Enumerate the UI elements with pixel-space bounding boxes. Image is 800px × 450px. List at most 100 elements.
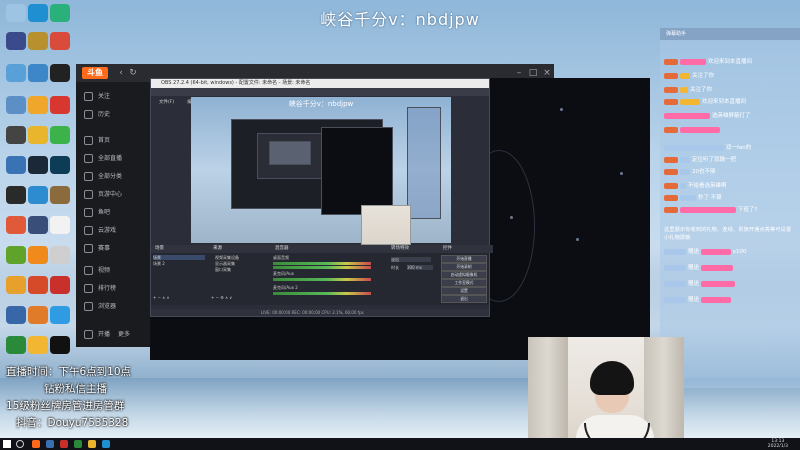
more-button[interactable]: 更多 [118, 328, 130, 342]
source-item[interactable]: 显示器采集 [215, 261, 269, 266]
close-icon[interactable]: × [542, 68, 552, 78]
scenes-dock-header: 场景 [151, 245, 211, 253]
nav-item-events[interactable]: 赛事 [84, 242, 110, 256]
nav-item-history[interactable]: 历史 [84, 108, 110, 122]
maximize-icon[interactable]: □ [528, 68, 538, 78]
app-icon-11[interactable] [6, 276, 26, 294]
obs-titlebar[interactable]: OBS 27.2.4 (64-bit, windows) - 配置文件: 未命名… [151, 79, 489, 88]
minimize-icon[interactable]: – [514, 68, 524, 78]
nested-screen-capture-deep [269, 141, 311, 165]
app-icon-13[interactable] [50, 276, 70, 294]
taskbar-app-icon[interactable] [46, 440, 54, 448]
exit-button[interactable]: 退出 [441, 295, 487, 303]
obs-preview[interactable]: 峡谷千分v：nbdjpw [191, 97, 451, 245]
source-item[interactable]: 窗口采集 [215, 267, 269, 272]
shortcut-icon[interactable] [50, 32, 70, 50]
back-icon[interactable]: ‹ [116, 68, 126, 78]
nav-item-rankings[interactable]: 排行榜 [84, 282, 116, 296]
taskbar-app-icon[interactable] [60, 440, 68, 448]
obs-window[interactable]: OBS 27.2.4 (64-bit, windows) - 配置文件: 未命名… [150, 78, 493, 317]
taskbar-clock[interactable]: 13:13 2022/1/3 [768, 439, 788, 449]
nav-item-yuba[interactable]: 鱼吧 [84, 206, 110, 220]
qq-icon[interactable] [50, 64, 70, 82]
nav-item-home[interactable]: 首页 [84, 134, 110, 148]
rockstar-icon[interactable] [28, 126, 48, 144]
nav-item-cloud-gaming[interactable]: 云游戏 [84, 224, 116, 238]
nav-item-follow[interactable]: 关注 [84, 90, 110, 104]
scene-item[interactable]: 场景 [153, 255, 205, 260]
game-shortcut-icon[interactable] [6, 32, 26, 50]
webcam-feed [528, 337, 684, 450]
scene-add-button[interactable]: + − ∧ ∨ [153, 295, 183, 300]
cloud-icon [84, 226, 93, 235]
app-icon-14[interactable] [6, 306, 26, 324]
wechat-icon[interactable] [50, 126, 70, 144]
nvidia-icon[interactable] [6, 246, 26, 264]
taskbar-app-icon[interactable] [74, 440, 82, 448]
recycle-bin-icon[interactable] [6, 4, 26, 22]
group-text: 15级粉丝牌房管进房管群 [6, 400, 125, 412]
settings-button[interactable]: 设置 [441, 287, 487, 295]
app-icon-3[interactable] [6, 126, 26, 144]
chat-panel[interactable]: 弹幕助手 欢迎来到本直播间 关注了你 关注了你 欢迎来到本直播间 选英雄屏蔽打了… [660, 28, 800, 388]
epic-games-icon[interactable] [6, 186, 26, 204]
nav-item-videos[interactable]: 视频 [84, 264, 110, 278]
grid-icon [84, 172, 93, 181]
refresh-icon[interactable]: ↻ [128, 68, 138, 78]
chat-message: 欢迎来到本直播间 [664, 98, 746, 107]
nav-item-browser[interactable]: 浏览器 [84, 300, 116, 314]
edge-browser-icon[interactable] [28, 4, 48, 22]
app-icon-9[interactable] [28, 246, 48, 264]
transition-select[interactable]: 淡出 [391, 257, 431, 262]
source-add-button[interactable]: + − ⚙ ∧ ∨ [211, 295, 251, 300]
app-icon-2[interactable] [28, 96, 48, 114]
virtual-camera-button[interactable]: 启动虚拟摄像机 [441, 271, 487, 279]
netease-music-icon[interactable] [50, 96, 70, 114]
app-icon-7[interactable] [6, 216, 26, 234]
nav-label: 视频 [98, 267, 111, 274]
start-streaming-button[interactable]: 开始直播 [441, 255, 487, 263]
scene-item[interactable]: 场景 2 [153, 261, 205, 266]
app-icon-19[interactable] [50, 336, 70, 354]
app-icon-12[interactable] [28, 276, 48, 294]
search-icon[interactable] [16, 440, 24, 448]
nav-label: 云游戏 [98, 227, 117, 234]
source-item[interactable]: 视频采集设备 [215, 255, 269, 260]
app-icon-8[interactable] [28, 216, 48, 234]
computer-icon[interactable] [6, 96, 26, 114]
start-recording-button[interactable]: 开始录制 [441, 263, 487, 271]
app-icon-10[interactable] [50, 246, 70, 264]
app-icon-4[interactable] [6, 156, 26, 174]
league-icon[interactable] [28, 32, 48, 50]
app-icon-5[interactable] [28, 186, 48, 204]
app-icon-15[interactable] [28, 306, 48, 324]
username-blur [680, 194, 696, 201]
app-icon-16[interactable] [50, 306, 70, 324]
nav-item-web-games[interactable]: 页游中心 [84, 188, 122, 202]
taskbar-app-icon[interactable] [88, 440, 96, 448]
studio-mode-button[interactable]: 工作室模式 [441, 279, 487, 287]
folder-icon[interactable] [6, 64, 26, 82]
league-client-icon[interactable] [50, 156, 70, 174]
gift-notice: 这里展示你收到的礼物、连线、贵族开通点亮等可设置小礼物屏蔽 [664, 227, 792, 241]
obs-menu-file[interactable]: 文件(F) [159, 100, 174, 105]
app-icon-18[interactable] [28, 336, 48, 354]
chat-message: 定位听了就输一把 [664, 156, 736, 165]
gift-action: 赠送 [688, 265, 700, 271]
app-shortcut-icon[interactable] [50, 4, 70, 22]
app-icon[interactable] [28, 64, 48, 82]
taskbar-app-icon[interactable] [32, 440, 40, 448]
taskbar-app-icon[interactable] [102, 440, 110, 448]
nav-item-all-live[interactable]: 全部直播 [84, 152, 122, 166]
start-stream-button[interactable]: 开播 [84, 328, 110, 342]
fan-badge [664, 72, 678, 79]
app-icon-17[interactable] [6, 336, 26, 354]
app-icon-6[interactable] [50, 186, 70, 204]
chat-message: 关注了你 [664, 72, 714, 81]
steam-icon[interactable] [28, 156, 48, 174]
nav-label: 关注 [98, 93, 111, 100]
nav-item-all-categories[interactable]: 全部分类 [84, 170, 122, 184]
windows-start-icon[interactable] [3, 440, 11, 448]
document-icon[interactable] [50, 216, 70, 234]
duration-input[interactable]: 300 ms [407, 265, 433, 270]
